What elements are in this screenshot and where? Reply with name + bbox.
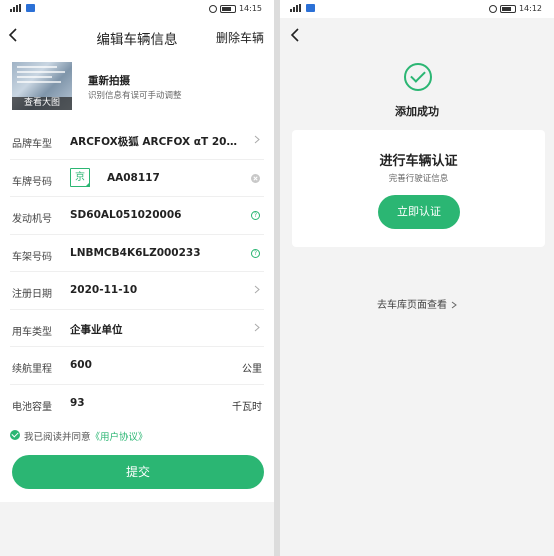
status-bar: 14:15	[0, 0, 274, 18]
garage-link-text[interactable]: 去车库页面查看	[377, 300, 447, 311]
status-time: 14:12	[518, 4, 542, 13]
chevron-right-icon	[451, 301, 457, 309]
field-usage[interactable]: 用车类型 企事业单位	[10, 310, 264, 347]
province-selector[interactable]: 京	[70, 167, 90, 187]
help-icon[interactable]: ?	[251, 211, 260, 220]
card-subtitle: 完善行驶证信息	[388, 174, 449, 184]
clear-icon[interactable]	[251, 173, 260, 183]
chevron-right-icon	[254, 285, 260, 294]
chevron-right-icon	[254, 135, 260, 144]
battery-input[interactable]: 93	[70, 397, 85, 409]
verification-card: 进行车辆认证 完善行驶证信息 立即认证	[292, 130, 545, 247]
signal-icon	[290, 4, 304, 12]
battery-icon	[219, 4, 236, 13]
field-label: 用车类型	[12, 326, 52, 338]
status-time: 14:15	[238, 4, 262, 13]
alarm-icon	[208, 4, 217, 13]
help-icon[interactable]: ?	[251, 248, 260, 258]
field-plate[interactable]: 车牌号码 京 AA08117	[10, 160, 264, 197]
retake-photo-subtitle: 识别信息有误可手动调整	[88, 91, 182, 101]
field-label: 车牌号码	[12, 176, 52, 188]
field-value: ARCFOX极狐 ARCFOX αT 2021款 H...	[70, 136, 242, 148]
field-label: 注册日期	[12, 289, 52, 300]
license-photo-row[interactable]: 查看大图 重新拍摄 识别信息有误可手动调整	[0, 60, 274, 114]
chevron-right-icon	[254, 323, 260, 331]
unit-label: 公里	[242, 364, 262, 375]
field-vin[interactable]: 车架号码 LNBMCB4K6LZ000233 ?	[10, 235, 264, 272]
agreement-checkbox[interactable]	[10, 430, 20, 440]
verify-now-button[interactable]: 立即认证	[378, 195, 460, 229]
back-icon[interactable]	[290, 28, 302, 42]
add-success-screen: 14:12 添加成功 进行车辆认证 完善行驶证信息 立即认证 去车库页面查看	[280, 0, 554, 556]
message-icon	[306, 4, 315, 12]
header: 编辑车辆信息 删除车辆	[0, 22, 274, 50]
signal-icon	[10, 4, 24, 12]
success-check-icon	[404, 63, 432, 91]
field-label: 续航里程	[12, 364, 52, 375]
field-model[interactable]: 品牌车型 ARCFOX极狐 ARCFOX αT 2021款 H...	[10, 122, 264, 160]
vin-input[interactable]: LNBMCB4K6LZ000233	[70, 247, 201, 259]
card-title: 进行车辆认证	[379, 154, 458, 169]
license-thumbnail[interactable]: 查看大图	[12, 62, 72, 110]
field-label: 电池容量	[12, 401, 52, 413]
submit-button[interactable]: 提交	[12, 455, 264, 489]
plate-input[interactable]: AA08117	[107, 172, 160, 184]
field-label: 发动机号	[12, 214, 52, 225]
battery-icon	[499, 4, 516, 13]
user-agreement-link[interactable]: 《用户协议》	[91, 432, 148, 443]
field-value: 2020-11-10	[70, 284, 138, 296]
agreement-text: 我已阅读并同意	[24, 432, 91, 443]
range-input[interactable]: 600	[70, 359, 92, 371]
message-icon	[26, 4, 35, 12]
field-label: 车架号码	[12, 251, 52, 263]
alarm-icon	[488, 4, 497, 13]
field-label: 品牌车型	[12, 139, 52, 150]
agreement-row: 我已阅读并同意《用户协议》	[10, 428, 264, 444]
view-large-label[interactable]: 查看大图	[12, 97, 72, 110]
field-engine[interactable]: 发动机号 SD60AL051020006 ?	[10, 197, 264, 235]
status-bar: 14:12	[280, 0, 554, 18]
field-battery[interactable]: 电池容量 93 千瓦时	[10, 385, 264, 423]
field-range[interactable]: 续航里程 600 公里	[10, 347, 264, 385]
go-to-garage-link[interactable]: 去车库页面查看	[280, 296, 554, 311]
retake-photo-title[interactable]: 重新拍摄	[88, 73, 130, 88]
field-reg-date[interactable]: 注册日期 2020-11-10	[10, 272, 264, 310]
engine-number-input[interactable]: SD60AL051020006	[70, 209, 181, 221]
edit-vehicle-screen: 14:15 编辑车辆信息 删除车辆 查看大图 重新拍摄 识别信息有误可手动调整 …	[0, 0, 274, 556]
success-text: 添加成功	[395, 105, 439, 118]
delete-vehicle-button[interactable]: 删除车辆	[216, 29, 264, 46]
vehicle-form: 品牌车型 ARCFOX极狐 ARCFOX αT 2021款 H... 车牌号码 …	[0, 122, 274, 422]
bottom-area	[0, 502, 274, 556]
field-value: 企事业单位	[70, 323, 123, 336]
unit-label: 千瓦时	[232, 401, 262, 413]
